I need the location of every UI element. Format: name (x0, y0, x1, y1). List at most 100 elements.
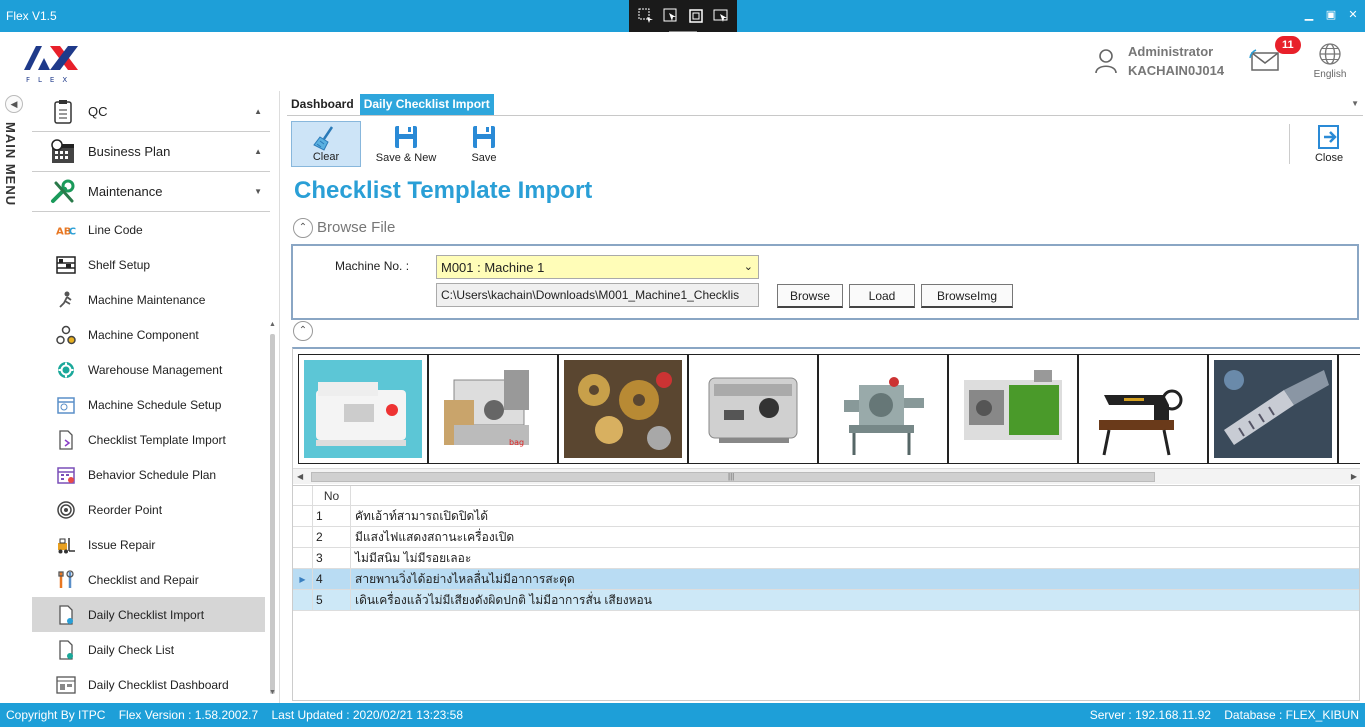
collapse-arrow-icon: ▲ (254, 147, 262, 156)
document-icon (56, 604, 76, 625)
page-title: Checklist Template Import (294, 177, 593, 204)
tab-dashboard[interactable]: Dashboard (287, 94, 358, 116)
save-new-icon (395, 126, 417, 148)
window-capture-icon[interactable] (712, 7, 730, 25)
fullscreen-capture-icon[interactable] (687, 7, 705, 25)
machine-image-thumbnail[interactable] (688, 354, 818, 464)
sidebar-item-line-code[interactable]: AB C Line Code (32, 212, 265, 247)
table-row[interactable]: 2 มีแสงไฟแสดงสถานะเครื่องเปิด (293, 527, 1359, 548)
browse-collapse-button[interactable]: ⌃ (293, 218, 313, 238)
machine-image-thumbnail[interactable] (558, 354, 688, 464)
sidebar-item-label: Machine Maintenance (88, 292, 206, 307)
column-header-no[interactable]: No (313, 486, 351, 506)
scroll-right-icon[interactable]: ▶ (1351, 472, 1357, 481)
table-row[interactable]: ▶ 4 สายพานวิ่งได้อย่างไหลลื่นไม่มีอาการส… (293, 569, 1359, 590)
machine-image-thumbnail[interactable]: bag (428, 354, 558, 464)
sidebar-group-maintenance[interactable]: Maintenance ▼ (32, 172, 270, 212)
load-button[interactable]: Load (849, 284, 915, 308)
row-no: 4 (313, 569, 351, 590)
save-button[interactable]: Save (457, 121, 511, 167)
current-row-indicator-icon[interactable]: ▶ (293, 569, 313, 590)
close-window-icon[interactable]: ✕ (1347, 8, 1359, 21)
sidebar-item-daily-checklist-dashboard[interactable]: Daily Checklist Dashboard (32, 667, 265, 702)
region-capture-icon[interactable] (637, 7, 655, 25)
main-menu-label[interactable]: MAIN MENU (3, 122, 18, 206)
sidebar-item-reorder-point[interactable]: Reorder Point (32, 492, 265, 527)
pointer-capture-icon[interactable] (662, 7, 680, 25)
language-selector[interactable]: English (1310, 42, 1350, 80)
browse-panel: Machine No. : M001 : Machine 1 ⌄ C:\User… (291, 244, 1359, 320)
browse-img-button[interactable]: BrowseImg (921, 284, 1013, 308)
sidebar-group-business-plan[interactable]: Business Plan ▲ (32, 132, 270, 172)
browse-button[interactable]: Browse (777, 284, 843, 308)
save-new-button[interactable]: Save & New (367, 121, 445, 167)
grid-header: No (293, 486, 1359, 506)
broom-icon (313, 126, 334, 151)
machine-image-thumbnail[interactable] (818, 354, 948, 464)
row-text: มีแสงไฟแสดงสถานะเครื่องเปิด (355, 530, 515, 544)
gear-mechanism-image (564, 360, 682, 458)
sidebar-item-daily-checklist-import[interactable]: Daily Checklist Import (32, 597, 265, 632)
minimize-icon[interactable]: ▁ (1303, 8, 1315, 21)
component-icon (56, 325, 76, 345)
machine-image-thumbnail[interactable] (1208, 354, 1338, 464)
sidebar-item-checklist-template-import[interactable]: Checklist Template Import (32, 422, 265, 457)
schedule-icon (56, 395, 76, 415)
row-selector[interactable] (293, 590, 313, 611)
row-text: สายพานวิ่งได้อย่างไหลลื่นไม่มีอาการสะดุด (355, 572, 575, 586)
maximize-icon[interactable]: ▣ (1325, 8, 1337, 21)
row-no: 5 (313, 590, 351, 611)
main-menu-toggle[interactable]: ◀ (5, 95, 23, 113)
app-title: Flex V1.5 (6, 9, 57, 23)
row-no: 3 (313, 548, 351, 569)
user-id: KACHAIN0J014 (1128, 63, 1225, 78)
table-row[interactable]: 1 คัทเอ้าท์สามารถเปิดปิดได้ (293, 506, 1359, 527)
sidebar-item-machine-maintenance[interactable]: Machine Maintenance (32, 282, 265, 317)
gallery-collapse-button[interactable]: ⌃ (293, 321, 313, 341)
sidebar-item-warehouse-management[interactable]: Warehouse Management (32, 352, 265, 387)
machine-image-thumbnail[interactable] (298, 354, 428, 464)
document-import-icon (56, 429, 76, 450)
globe-icon (1319, 43, 1341, 65)
sidebar-item-label: Checklist and Repair (88, 572, 199, 587)
sidebar-scroll-up-icon[interactable]: ▲ (269, 321, 276, 328)
content-area: Dashboard Daily Checklist Import ▼ Clear… (283, 91, 1365, 703)
row-selector[interactable] (293, 548, 313, 569)
sidebar-item-checklist-and-repair[interactable]: Checklist and Repair (32, 562, 265, 597)
notification-button[interactable]: 11 (1248, 36, 1301, 76)
row-selector[interactable] (293, 506, 313, 527)
sidebar-item-issue-repair[interactable]: Issue Repair (32, 527, 265, 562)
table-row[interactable]: 3 ไม่มีสนิม ไม่มีรอยเลอะ (293, 548, 1359, 569)
svg-text:FLEX: FLEX (26, 76, 75, 84)
tab-daily-checklist-import[interactable]: Daily Checklist Import (359, 94, 494, 116)
sidebar-item-machine-schedule-setup[interactable]: Machine Schedule Setup (32, 387, 265, 422)
scroll-left-icon[interactable]: ◀ (297, 472, 303, 481)
status-right: Server : 192.168.11.92 Database : FLEX_K… (1090, 708, 1359, 722)
row-selector[interactable] (293, 527, 313, 548)
sidebar-item-daily-check-list[interactable]: Daily Check List (32, 632, 265, 667)
sidebar-item-behavior-schedule-plan[interactable]: Behavior Schedule Plan (32, 457, 265, 492)
table-row[interactable]: 5 เดินเครื่องแล้วไม่มีเสียงดังผิดปกติ ไม… (293, 590, 1359, 611)
last-updated-text: Last Updated : 2020/02/21 13:23:58 (271, 708, 464, 722)
close-button[interactable]: Close (1303, 121, 1355, 167)
machine-image-thumbnail[interactable] (1078, 354, 1208, 464)
sidebar-scroll-down-icon[interactable]: ▼ (269, 689, 276, 696)
row-header-corner (293, 486, 313, 506)
tab-dropdown-icon[interactable]: ▼ (1351, 99, 1359, 108)
sidebar-group-qc[interactable]: QC ▲ (32, 92, 270, 132)
bag-machine-image: bag (434, 360, 552, 458)
machine-no-select[interactable]: M001 : Machine 1 ⌄ (436, 255, 759, 279)
clear-button[interactable]: Clear (291, 121, 361, 167)
window-controls: ▁ ▣ ✕ (1303, 8, 1359, 21)
user-info[interactable]: Administrator KACHAIN0J014 (1094, 42, 1224, 80)
file-path-field[interactable]: C:\Users\kachain\Downloads\M001_Machine1… (436, 283, 759, 307)
save-label: Save (471, 152, 497, 164)
gallery-horizontal-scrollbar[interactable]: ◀ ||| ▶ (293, 468, 1360, 484)
drill-image (1214, 360, 1332, 458)
machine-image-thumbnail[interactable] (1338, 354, 1360, 464)
user-icon (1095, 49, 1117, 74)
machine-image-thumbnail[interactable] (948, 354, 1078, 464)
sidebar-item-machine-component[interactable]: Machine Component (32, 317, 265, 352)
sidebar-scrollbar[interactable] (270, 334, 275, 694)
sidebar-item-shelf-setup[interactable]: Shelf Setup (32, 247, 265, 282)
